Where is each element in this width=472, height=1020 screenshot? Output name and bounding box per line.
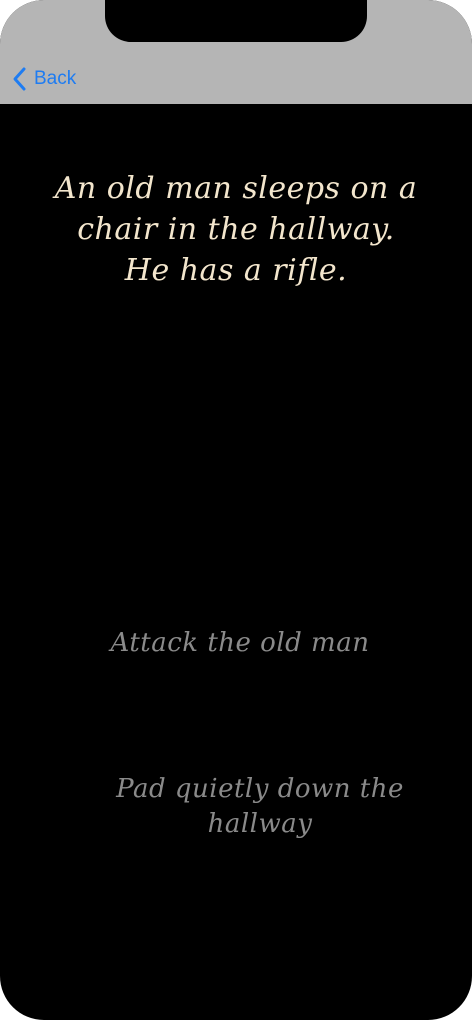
navigation-bar: Back [0, 0, 472, 104]
story-text: An old man sleeps on a chair in the hall… [54, 171, 418, 288]
game-screen: Back An old man sleeps on a chair in the… [0, 0, 472, 1020]
back-label: Back [34, 68, 77, 89]
device-notch [105, 0, 367, 42]
choice-attack-old-man[interactable]: Attack the old man [40, 626, 440, 661]
back-button[interactable]: Back [12, 64, 76, 94]
choice-pad-quietly-down-hallway[interactable]: Pad quietly down the hallway [70, 772, 450, 842]
chevron-left-icon [12, 66, 28, 92]
